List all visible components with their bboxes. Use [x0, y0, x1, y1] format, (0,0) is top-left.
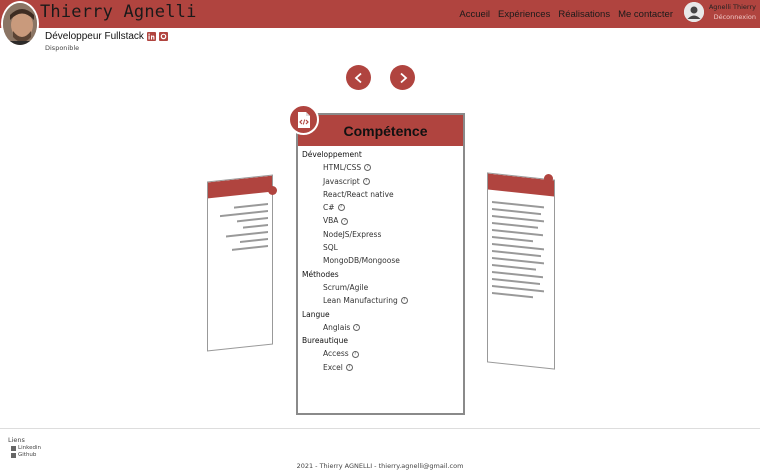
profile-role: Développeur Fullstack: [45, 31, 168, 42]
linkedin-icon: [11, 445, 16, 451]
help-icon[interactable]: ?: [364, 164, 372, 172]
skill-category: Méthodes: [302, 269, 339, 279]
availability-status: Disponible: [45, 44, 80, 52]
profile-photo: [1, 1, 39, 47]
skill-item: HTML/CSS?: [302, 161, 463, 174]
skills-card-title: Compétence: [343, 122, 428, 139]
skill-item: NodeJS/Express: [302, 228, 463, 241]
skill-item: Excel?: [302, 361, 463, 374]
skill-label: Anglais: [323, 322, 351, 332]
help-icon[interactable]: ?: [362, 177, 370, 185]
nav-experiences[interactable]: Expériences: [498, 9, 550, 20]
skill-label: Lean Manufacturing: [323, 296, 398, 306]
skill-label: Access: [323, 349, 349, 359]
skill-label: Excel: [323, 362, 343, 372]
skill-item: Access?: [302, 347, 463, 360]
skill-item: C#?: [302, 201, 463, 214]
main-nav: Accueil Expériences Réalisations Me cont…: [459, 9, 673, 20]
help-icon[interactable]: ?: [345, 363, 353, 371]
skill-item: Javascript?: [302, 175, 463, 188]
code-file-icon: [288, 104, 319, 135]
user-name: Agnelli Thierry: [708, 3, 756, 11]
next-arrow-button[interactable]: [390, 65, 415, 90]
site-title: Thierry Agnelli: [40, 2, 197, 22]
skill-label: Javascript: [323, 176, 360, 186]
skill-category: Bureautique: [302, 336, 348, 346]
github-icon: [11, 452, 16, 458]
footer-github-link[interactable]: Github: [11, 452, 36, 458]
skill-item: SQL: [302, 241, 463, 254]
skill-item: VBA?: [302, 214, 463, 227]
user-avatar-icon[interactable]: [683, 2, 704, 22]
portfolio-page: Thierry Agnelli Accueil Expériences Réal…: [0, 0, 760, 475]
skill-label: Scrum/Agile: [323, 282, 369, 292]
nav-contact[interactable]: Me contacter: [618, 9, 673, 20]
carousel-card-left[interactable]: [207, 174, 273, 352]
footer-divider: [0, 428, 760, 429]
help-icon[interactable]: ?: [341, 217, 349, 225]
user-menu: Agnelli Thierry Déconnexion: [683, 2, 756, 22]
footer-linkedin-label: Linkedin: [18, 445, 41, 451]
github-icon[interactable]: [158, 32, 168, 41]
skills-list: Développement HTML/CSS? Javascript? React/R…: [298, 146, 463, 374]
skill-item: Scrum/Agile: [302, 281, 463, 294]
nav-projects[interactable]: Réalisations: [558, 9, 610, 20]
chevron-left-icon: [354, 72, 362, 83]
skill-item: Lean Manufacturing?: [302, 294, 463, 307]
role-title: Développeur Fullstack: [45, 31, 144, 42]
skill-label: HTML/CSS: [323, 163, 362, 173]
skills-card-header: Compétence: [298, 115, 463, 146]
skill-label: React/React native: [323, 189, 394, 199]
linkedin-icon[interactable]: [146, 32, 156, 41]
skill-label: SQL: [323, 243, 338, 253]
help-icon[interactable]: ?: [337, 204, 345, 212]
carousel-card-right-badge: [544, 174, 553, 183]
footer-links-title: Liens: [8, 436, 25, 444]
skill-label: VBA: [323, 216, 339, 226]
carousel-card-left-badge: [268, 186, 277, 195]
previous-arrow-button[interactable]: [346, 65, 371, 90]
skills-card: Compétence Développement HTML/CSS? Javascr…: [296, 113, 465, 415]
chevron-right-icon: [399, 72, 407, 83]
help-icon[interactable]: ?: [400, 297, 408, 305]
skill-label: MongoDB/Mongoose: [323, 256, 400, 266]
help-icon[interactable]: ?: [353, 324, 361, 331]
skill-item: React/React native: [302, 188, 463, 201]
logout-link[interactable]: Déconnexion: [714, 13, 756, 21]
skill-category: Langue: [302, 309, 330, 319]
footer-github-label: Github: [18, 452, 37, 458]
skill-item: Anglais?: [302, 321, 463, 334]
copyright: 2021 - Thierry AGNELLI - thierry.agnelli…: [296, 462, 464, 470]
skill-label: C#: [323, 203, 335, 213]
skill-label: NodeJS/Express: [323, 229, 382, 239]
carousel-card-right[interactable]: [487, 172, 555, 370]
footer-linkedin-link[interactable]: Linkedin: [11, 445, 41, 451]
skill-item: MongoDB/Mongoose: [302, 254, 463, 267]
skill-category: Développement: [302, 150, 362, 159]
nav-home[interactable]: Accueil: [459, 9, 490, 20]
help-icon[interactable]: ?: [351, 350, 359, 358]
